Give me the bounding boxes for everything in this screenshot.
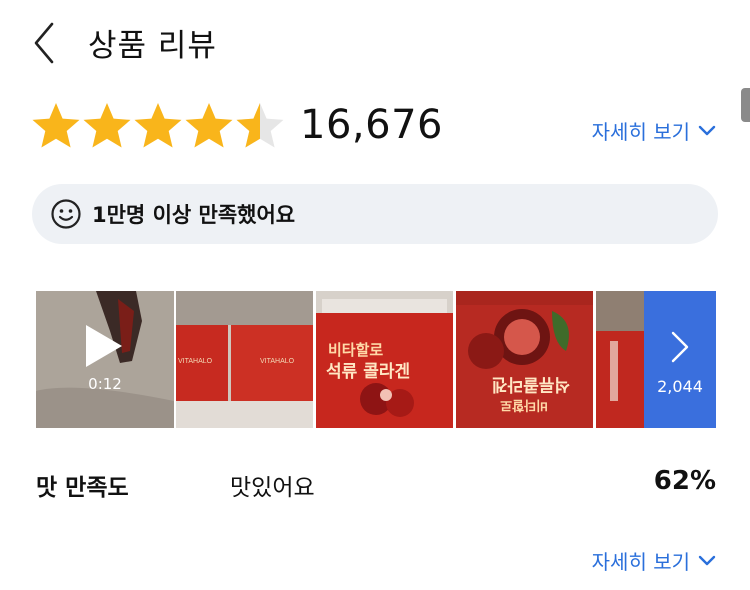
back-chevron-icon	[34, 22, 54, 64]
video-preview-image	[36, 291, 174, 428]
taste-label: 맛 만족도	[36, 475, 129, 501]
smile-icon	[51, 199, 81, 229]
svg-text:석류 콜라겐: 석류 콜라겐	[326, 362, 410, 382]
svg-text:석류콜라겐: 석류콜라겐	[492, 374, 570, 394]
more-media-count: 2,044	[657, 377, 703, 396]
page-title: 상품 리뷰	[88, 28, 217, 64]
video-duration: 0:12	[88, 375, 122, 393]
satisfaction-text: 1만명 이상 만족했어요	[92, 203, 296, 227]
taste-satisfaction-row: 맛 만족도 맛있어요 62%	[36, 466, 716, 506]
review-photo-thumbnail[interactable]: VITAHALO VITAHALO	[176, 291, 313, 428]
star-icon	[83, 103, 131, 148]
star-rating	[30, 100, 285, 154]
svg-text:비타할로: 비타할로	[500, 397, 548, 413]
more-media-button[interactable]: 2,044	[644, 291, 716, 428]
svg-text:VITAHALO: VITAHALO	[260, 358, 295, 365]
detail-link-label: 자세히 보기	[591, 120, 690, 144]
back-button[interactable]	[26, 18, 66, 68]
star-icon	[32, 103, 80, 148]
svg-text:비타할로: 비타할로	[328, 341, 383, 359]
scrollbar-thumb[interactable]	[741, 88, 750, 122]
review-photo-thumbnail[interactable]: 비타할로 석류 콜라겐	[316, 291, 453, 428]
star-icon	[134, 103, 182, 148]
rating-detail-link[interactable]: 자세히 보기	[592, 116, 716, 145]
chevron-right-icon	[671, 331, 689, 363]
review-photo-thumbnail[interactable]	[596, 291, 644, 428]
satisfaction-banner: 1만명 이상 만족했어요	[32, 184, 718, 244]
review-video-thumbnail[interactable]: 0:12	[36, 291, 174, 428]
rating-summary: 16,676 자세히 보기	[30, 96, 730, 158]
star-icon	[185, 103, 233, 148]
half-star-icon	[236, 103, 284, 148]
review-photo-image	[596, 291, 644, 428]
chevron-down-icon	[698, 125, 716, 135]
review-media-strip: 0:12 VITAHALO VITAHALO 비타할로 석류 콜라겐 석류콜라겐…	[36, 291, 716, 428]
taste-detail-link[interactable]: 자세히 보기	[592, 546, 716, 575]
detail-link-label: 자세히 보기	[591, 550, 690, 574]
chevron-down-icon	[698, 555, 716, 565]
svg-text:VITAHALO: VITAHALO	[178, 358, 213, 365]
taste-percent: 62%	[653, 466, 716, 496]
review-photo-thumbnail[interactable]: 석류콜라겐 비타할로	[456, 291, 593, 428]
taste-value: 맛있어요	[230, 475, 315, 501]
header-bar: 상품 리뷰	[0, 0, 750, 86]
review-count: 16,676	[300, 102, 443, 148]
review-photo-image: 석류콜라겐 비타할로	[456, 291, 593, 428]
review-photo-image: VITAHALO VITAHALO	[176, 291, 313, 428]
review-photo-image: 비타할로 석류 콜라겐	[316, 291, 453, 428]
